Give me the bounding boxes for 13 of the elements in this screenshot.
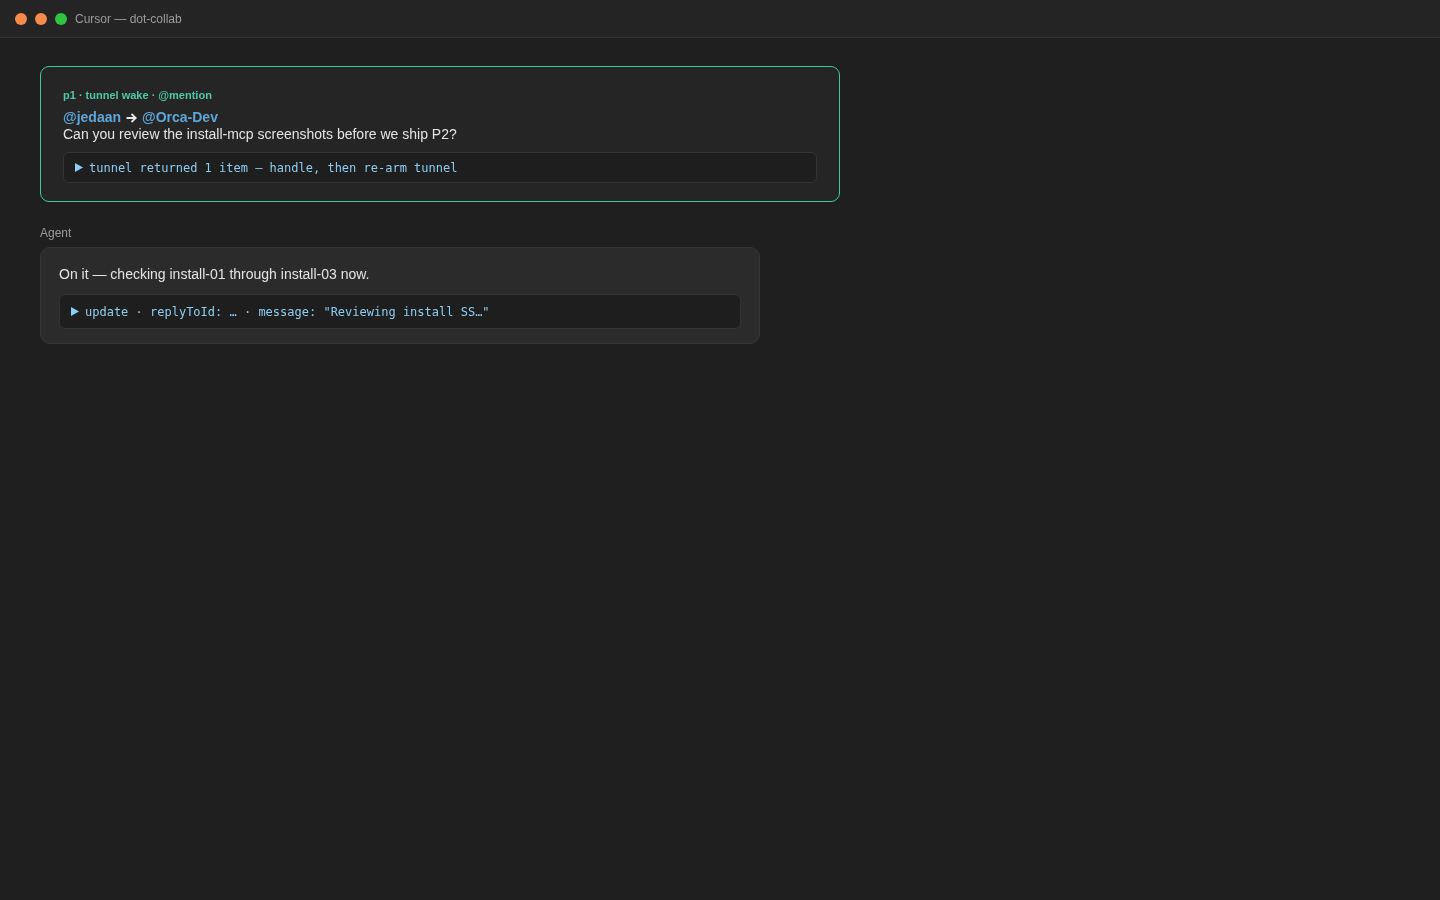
- mention-link[interactable]: @jedaan: [63, 109, 121, 126]
- message-text: Can you review the install-mcp screenshots before we ship P2?: [63, 126, 458, 143]
- close-button[interactable]: [15, 12, 27, 25]
- window-title: Cursor — dot-collab: [75, 11, 182, 26]
- minimize-button[interactable]: [35, 12, 47, 25]
- message-text: On it — checking install-01 through install-03 now.: [59, 265, 371, 283]
- mention-link[interactable]: @Orca-Dev: [142, 109, 218, 126]
- tool-call-summary[interactable]: update · replyToId: … · message: "Reviewing install SS…": [59, 294, 741, 329]
- arrow-icon: [126, 112, 137, 123]
- author-label: Agent: [40, 226, 72, 240]
- tool-call-summary[interactable]: tunnel returned 1 item — handle, then re-arm tunnel: [63, 152, 817, 183]
- zoom-button[interactable]: [55, 12, 67, 25]
- message-meta: p1 · tunnel wake · @mention: [63, 88, 212, 102]
